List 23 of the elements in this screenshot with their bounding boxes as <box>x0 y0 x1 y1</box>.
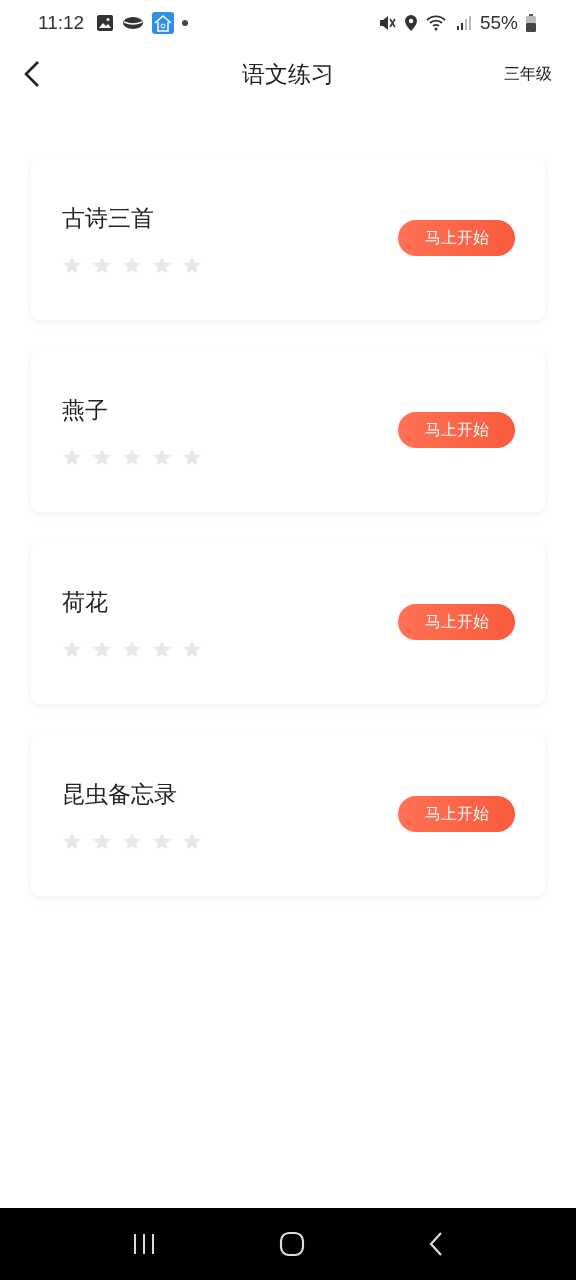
back-nav-button[interactable] <box>428 1231 445 1257</box>
page-title: 语文练习 <box>242 59 334 89</box>
mute-icon <box>377 13 396 32</box>
wifi-icon <box>425 13 448 32</box>
lesson-title: 古诗三首 <box>62 204 155 233</box>
battery-percent: 55% <box>479 11 518 34</box>
status-time: 11:12 <box>38 11 85 34</box>
grade-label[interactable]: 三年级 <box>504 63 552 85</box>
recent-apps-button[interactable] <box>131 1233 156 1255</box>
image-icon <box>96 13 115 32</box>
start-button[interactable]: 马上开始 <box>398 796 515 832</box>
lesson-title: 燕子 <box>62 396 109 425</box>
dot-icon <box>182 19 189 26</box>
start-button[interactable]: 马上开始 <box>398 220 515 256</box>
start-button[interactable]: 马上开始 <box>398 604 515 640</box>
lesson-title: 昆虫备忘录 <box>62 780 178 809</box>
signal-icon <box>455 14 472 31</box>
start-button[interactable]: 马上开始 <box>398 412 515 448</box>
house-app-icon <box>152 11 175 34</box>
home-button[interactable] <box>279 1231 305 1257</box>
lesson-title: 荷花 <box>62 588 109 617</box>
battery-icon <box>526 13 536 32</box>
location-icon <box>403 13 418 32</box>
